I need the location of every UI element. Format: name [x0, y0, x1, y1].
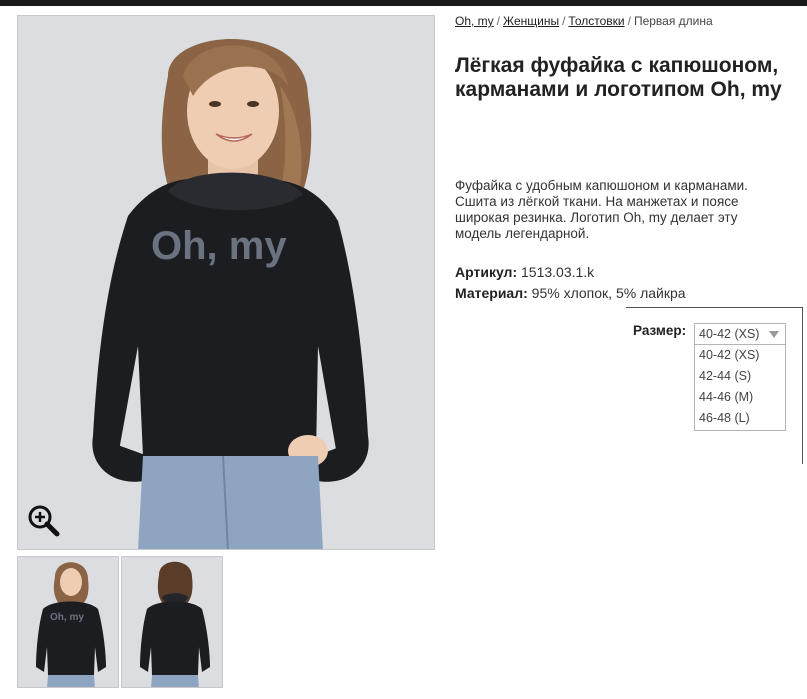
- material-value: 95% хлопок, 5% лайкра: [531, 285, 686, 301]
- breadcrumb: Oh, my / Женщины / Толстовки / Первая длина: [455, 14, 713, 28]
- top-bar: [0, 0, 807, 6]
- product-description: Фуфайка с удобным капюшоном и карманами.…: [455, 178, 748, 241]
- breadcrumb-current: Первая длина: [633, 14, 713, 28]
- size-option-m[interactable]: 44-46 (M): [695, 387, 785, 408]
- chevron-down-icon: [769, 331, 779, 338]
- breadcrumb-link-women[interactable]: Женщины: [503, 14, 559, 28]
- size-select[interactable]: 40-42 (XS): [694, 323, 786, 345]
- article-row: Артикул: 1513.03.1.k: [455, 264, 594, 280]
- breadcrumb-link-hoodies[interactable]: Толстовки: [568, 14, 624, 28]
- size-select-value: 40-42 (XS): [699, 327, 760, 341]
- size-dropdown-list: 40-42 (XS) 42-44 (S) 44-46 (M) 46-48 (L): [694, 344, 786, 431]
- main-product-image[interactable]: Oh, my: [17, 15, 435, 550]
- size-option-s[interactable]: 42-44 (S): [695, 366, 785, 387]
- size-panel-border-right: [802, 307, 803, 464]
- breadcrumb-link-brand[interactable]: Oh, my: [455, 14, 494, 28]
- size-option-xs[interactable]: 40-42 (XS): [695, 345, 785, 366]
- thumbnail-back[interactable]: [121, 556, 223, 688]
- breadcrumb-separator: /: [496, 14, 501, 28]
- article-label: Артикул:: [455, 264, 518, 280]
- thumbnail-front[interactable]: Oh, my: [17, 556, 119, 688]
- shirt-logo-text: Oh, my: [151, 224, 287, 268]
- article-value: 1513.03.1.k: [521, 264, 595, 280]
- breadcrumb-separator: /: [627, 14, 631, 28]
- product-title: Лёгкая фуфайка с капюшоном, карманами и …: [455, 54, 782, 101]
- material-label: Материал:: [455, 285, 528, 301]
- size-label: Размер:: [633, 323, 687, 338]
- thumb-shirt-logo: Oh, my: [50, 612, 84, 623]
- material-row: Материал: 95% хлопок, 5% лайкра: [455, 285, 686, 301]
- zoom-in-icon[interactable]: [26, 503, 62, 539]
- size-panel-border-top: [626, 307, 803, 308]
- size-option-l[interactable]: 46-48 (L): [695, 408, 785, 429]
